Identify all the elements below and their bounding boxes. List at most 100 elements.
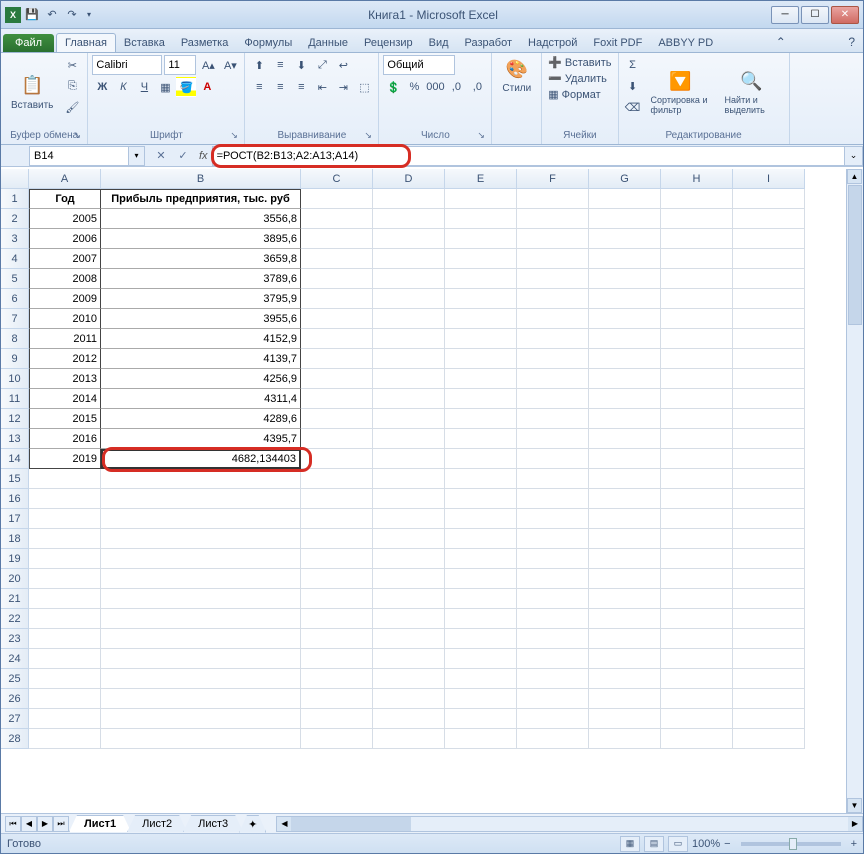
row-header-1[interactable]: 1 (1, 189, 29, 209)
cell-E13[interactable] (445, 429, 517, 449)
row-header-26[interactable]: 26 (1, 689, 29, 709)
cell-D8[interactable] (373, 329, 445, 349)
cell-G28[interactable] (589, 729, 661, 749)
scroll-thumb-h[interactable] (291, 817, 411, 831)
cell-D22[interactable] (373, 609, 445, 629)
cell-D9[interactable] (373, 349, 445, 369)
cell-E14[interactable] (445, 449, 517, 469)
cell-I14[interactable] (733, 449, 805, 469)
cell-E11[interactable] (445, 389, 517, 409)
cell-A22[interactable] (29, 609, 101, 629)
cell-F6[interactable] (517, 289, 589, 309)
cell-D4[interactable] (373, 249, 445, 269)
align-bottom[interactable]: ⬇ (291, 55, 311, 75)
cell-B21[interactable] (101, 589, 301, 609)
cell-I17[interactable] (733, 509, 805, 529)
row-header-8[interactable]: 8 (1, 329, 29, 349)
cell-G20[interactable] (589, 569, 661, 589)
qat-save[interactable]: 💾 (23, 6, 41, 24)
cell-G17[interactable] (589, 509, 661, 529)
font-color[interactable]: A (197, 77, 217, 97)
cell-B2[interactable]: 3556,8 (101, 209, 301, 229)
cell-E28[interactable] (445, 729, 517, 749)
cell-C27[interactable] (301, 709, 373, 729)
col-header-B[interactable]: B (101, 169, 301, 189)
cell-A28[interactable] (29, 729, 101, 749)
cell-I18[interactable] (733, 529, 805, 549)
cell-I4[interactable] (733, 249, 805, 269)
cell-G1[interactable] (589, 189, 661, 209)
col-header-E[interactable]: E (445, 169, 517, 189)
cell-H18[interactable] (661, 529, 733, 549)
cell-H20[interactable] (661, 569, 733, 589)
clipboard-launcher[interactable]: ↘ (73, 130, 85, 142)
cell-C7[interactable] (301, 309, 373, 329)
cell-C20[interactable] (301, 569, 373, 589)
view-layout[interactable]: ▤ (644, 836, 664, 852)
align-middle[interactable]: ≡ (270, 55, 290, 75)
row-header-12[interactable]: 12 (1, 409, 29, 429)
cell-D6[interactable] (373, 289, 445, 309)
cell-E20[interactable] (445, 569, 517, 589)
cell-G6[interactable] (589, 289, 661, 309)
cell-I21[interactable] (733, 589, 805, 609)
col-header-F[interactable]: F (517, 169, 589, 189)
cell-G13[interactable] (589, 429, 661, 449)
cell-A11[interactable]: 2014 (29, 389, 101, 409)
cell-E7[interactable] (445, 309, 517, 329)
font-launcher[interactable]: ↘ (230, 130, 242, 142)
cell-B5[interactable]: 3789,6 (101, 269, 301, 289)
minimize-button[interactable]: ─ (771, 6, 799, 24)
cell-E21[interactable] (445, 589, 517, 609)
cell-I10[interactable] (733, 369, 805, 389)
cell-E1[interactable] (445, 189, 517, 209)
zoom-in[interactable]: + (851, 838, 857, 850)
cell-A19[interactable] (29, 549, 101, 569)
cell-E18[interactable] (445, 529, 517, 549)
cell-I16[interactable] (733, 489, 805, 509)
cell-A13[interactable]: 2016 (29, 429, 101, 449)
cell-A24[interactable] (29, 649, 101, 669)
cell-C10[interactable] (301, 369, 373, 389)
cell-F24[interactable] (517, 649, 589, 669)
cell-F26[interactable] (517, 689, 589, 709)
col-header-I[interactable]: I (733, 169, 805, 189)
align-launcher[interactable]: ↘ (364, 130, 376, 142)
cell-G15[interactable] (589, 469, 661, 489)
cell-E24[interactable] (445, 649, 517, 669)
fx-icon[interactable]: fx (199, 150, 208, 162)
row-header-14[interactable]: 14 (1, 449, 29, 469)
cell-A23[interactable] (29, 629, 101, 649)
ribbon-minimize[interactable]: ⌃ (768, 32, 794, 52)
name-box[interactable]: B14 (29, 146, 129, 166)
insert-cells[interactable]: ➕Вставить (546, 55, 613, 70)
cell-D15[interactable] (373, 469, 445, 489)
cell-I8[interactable] (733, 329, 805, 349)
cell-I20[interactable] (733, 569, 805, 589)
bold-button[interactable]: Ж (92, 77, 112, 97)
indent-inc[interactable]: ⇥ (333, 77, 353, 97)
tab-developer[interactable]: Разработ (457, 34, 520, 52)
cell-I27[interactable] (733, 709, 805, 729)
cell-B16[interactable] (101, 489, 301, 509)
cell-A26[interactable] (29, 689, 101, 709)
styles-button[interactable]: 🎨 Стили (496, 55, 537, 96)
cell-I23[interactable] (733, 629, 805, 649)
cell-I13[interactable] (733, 429, 805, 449)
comma-button[interactable]: 000 (425, 77, 445, 97)
formula-bar[interactable]: =РОСТ(B2:B13;A2:A13;A14) (212, 146, 845, 166)
cell-B1[interactable]: Прибыль предприятия, тыс. руб (101, 189, 301, 209)
tab-layout[interactable]: Разметка (173, 34, 237, 52)
cell-B19[interactable] (101, 549, 301, 569)
cell-I25[interactable] (733, 669, 805, 689)
row-header-11[interactable]: 11 (1, 389, 29, 409)
cell-F9[interactable] (517, 349, 589, 369)
cell-C11[interactable] (301, 389, 373, 409)
underline-button[interactable]: Ч (134, 77, 154, 97)
cell-F27[interactable] (517, 709, 589, 729)
align-left[interactable]: ≡ (249, 77, 269, 97)
cell-D20[interactable] (373, 569, 445, 589)
cell-D26[interactable] (373, 689, 445, 709)
cell-B7[interactable]: 3955,6 (101, 309, 301, 329)
cell-D19[interactable] (373, 549, 445, 569)
